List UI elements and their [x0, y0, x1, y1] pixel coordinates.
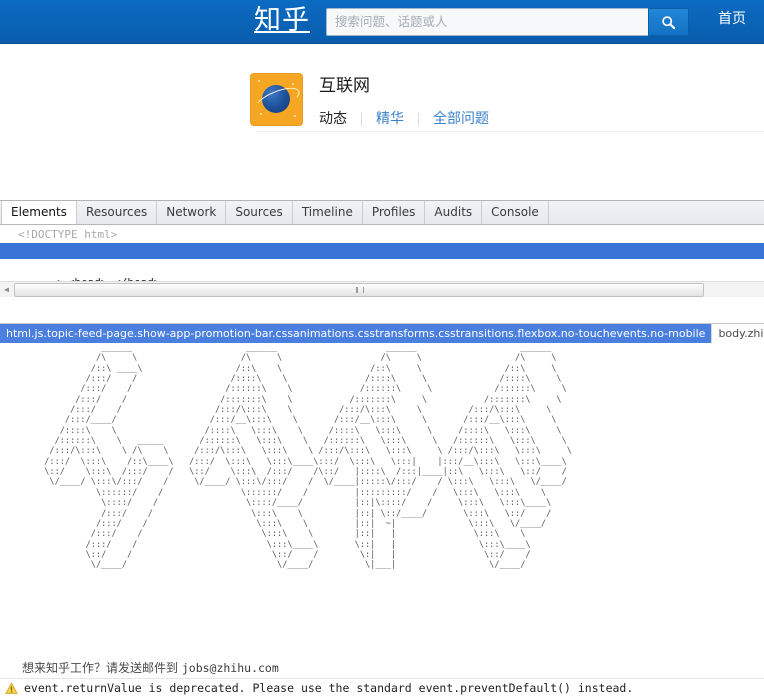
top-navigation-bar: 知乎 首页: [0, 0, 764, 44]
topic-header-block: 互联网 动态 精华 全部问题: [250, 73, 503, 127]
dom-tree: <!DOCTYPE html> ▼ <html lang="zh-CN" drop…: [0, 225, 764, 297]
breadcrumb-item-body[interactable]: body.zhi: [711, 324, 764, 344]
search-box: [326, 8, 689, 36]
tab-jinghua[interactable]: 精华: [362, 111, 418, 127]
tab-sources[interactable]: Sources: [226, 201, 293, 224]
tab-profiles[interactable]: Profiles: [363, 201, 426, 224]
dom-node-doctype: <!DOCTYPE html>: [18, 228, 118, 241]
tab-timeline[interactable]: Timeline: [293, 201, 363, 224]
content-divider: [256, 131, 764, 132]
breadcrumb: html.js.topic-feed-page.show-app-promoti…: [0, 323, 764, 344]
planet-spark: [258, 80, 260, 82]
jobs-message-text: 想来知乎工作？请发送邮件到: [22, 661, 179, 675]
topic-meta: 互联网 动态 精华 全部问题: [319, 73, 503, 127]
zhihu-logo[interactable]: 知乎: [254, 4, 310, 38]
home-link[interactable]: 首页: [718, 9, 746, 29]
console-message: event.returnValue is deprecated. Please …: [24, 681, 634, 695]
planet-spark: [292, 83, 294, 85]
tab-console[interactable]: Console: [482, 201, 549, 224]
jobs-message: 想来知乎工作？请发送邮件到 jobs@zhihu.com: [22, 659, 279, 676]
tab-elements[interactable]: Elements: [1, 201, 77, 224]
tab-all-questions[interactable]: 全部问题: [419, 111, 503, 127]
dom-node-html-text: <html lang="zh-CN" dropeffect="none" cla…: [53, 260, 763, 273]
search-input[interactable]: [326, 8, 648, 36]
tab-network[interactable]: Network: [157, 201, 227, 224]
horizontal-scrollbar[interactable]: ◀: [0, 281, 764, 297]
scrollbar-thumb[interactable]: [14, 282, 704, 297]
topic-tabs: 动态 精华 全部问题: [319, 111, 503, 127]
warning-icon: [5, 682, 18, 695]
jobs-email[interactable]: jobs@zhihu.com: [182, 661, 279, 675]
tab-resources[interactable]: Resources: [77, 201, 158, 224]
page-title: 互联网: [319, 76, 370, 96]
breadcrumb-item-html[interactable]: html.js.topic-feed-page.show-app-promoti…: [0, 324, 712, 344]
search-icon: [649, 15, 688, 30]
dom-node-html[interactable]: ▼ <html lang="zh-CN" dropeffect="none" cl…: [0, 243, 764, 273]
scroll-left-arrow-icon[interactable]: ◀: [0, 283, 13, 296]
tab-audits[interactable]: Audits: [425, 201, 483, 224]
planet-icon[interactable]: [250, 73, 303, 126]
console-warning-row: event.returnValue is deprecated. Please …: [0, 678, 764, 697]
devtools-tabbar: Elements Resources Network Sources Timel…: [0, 201, 764, 225]
planet-spark: [260, 113, 262, 115]
devtools-panel: Elements Resources Network Sources Timel…: [0, 200, 764, 344]
search-button[interactable]: [648, 8, 689, 36]
zhihu-ascii-banner: ______ ______ ______ ______ /\ \ /\ \ /\…: [44, 343, 572, 571]
planet-spark: [294, 115, 296, 117]
disclosure-triangle-icon[interactable]: ▼: [44, 259, 54, 275]
tab-dongtai[interactable]: 动态: [319, 111, 361, 127]
ascii-art-region: ______ ______ ______ ______ /\ \ /\ \ /\…: [0, 343, 764, 653]
topic-page-header: 互联网 动态 精华 全部问题: [0, 45, 764, 200]
